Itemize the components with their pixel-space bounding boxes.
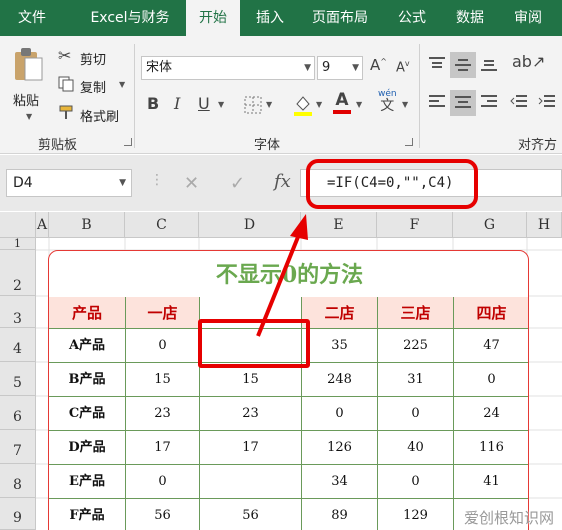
annotation-arrow-icon xyxy=(256,214,308,337)
watermark: 爱创根知识网 xyxy=(463,509,554,527)
